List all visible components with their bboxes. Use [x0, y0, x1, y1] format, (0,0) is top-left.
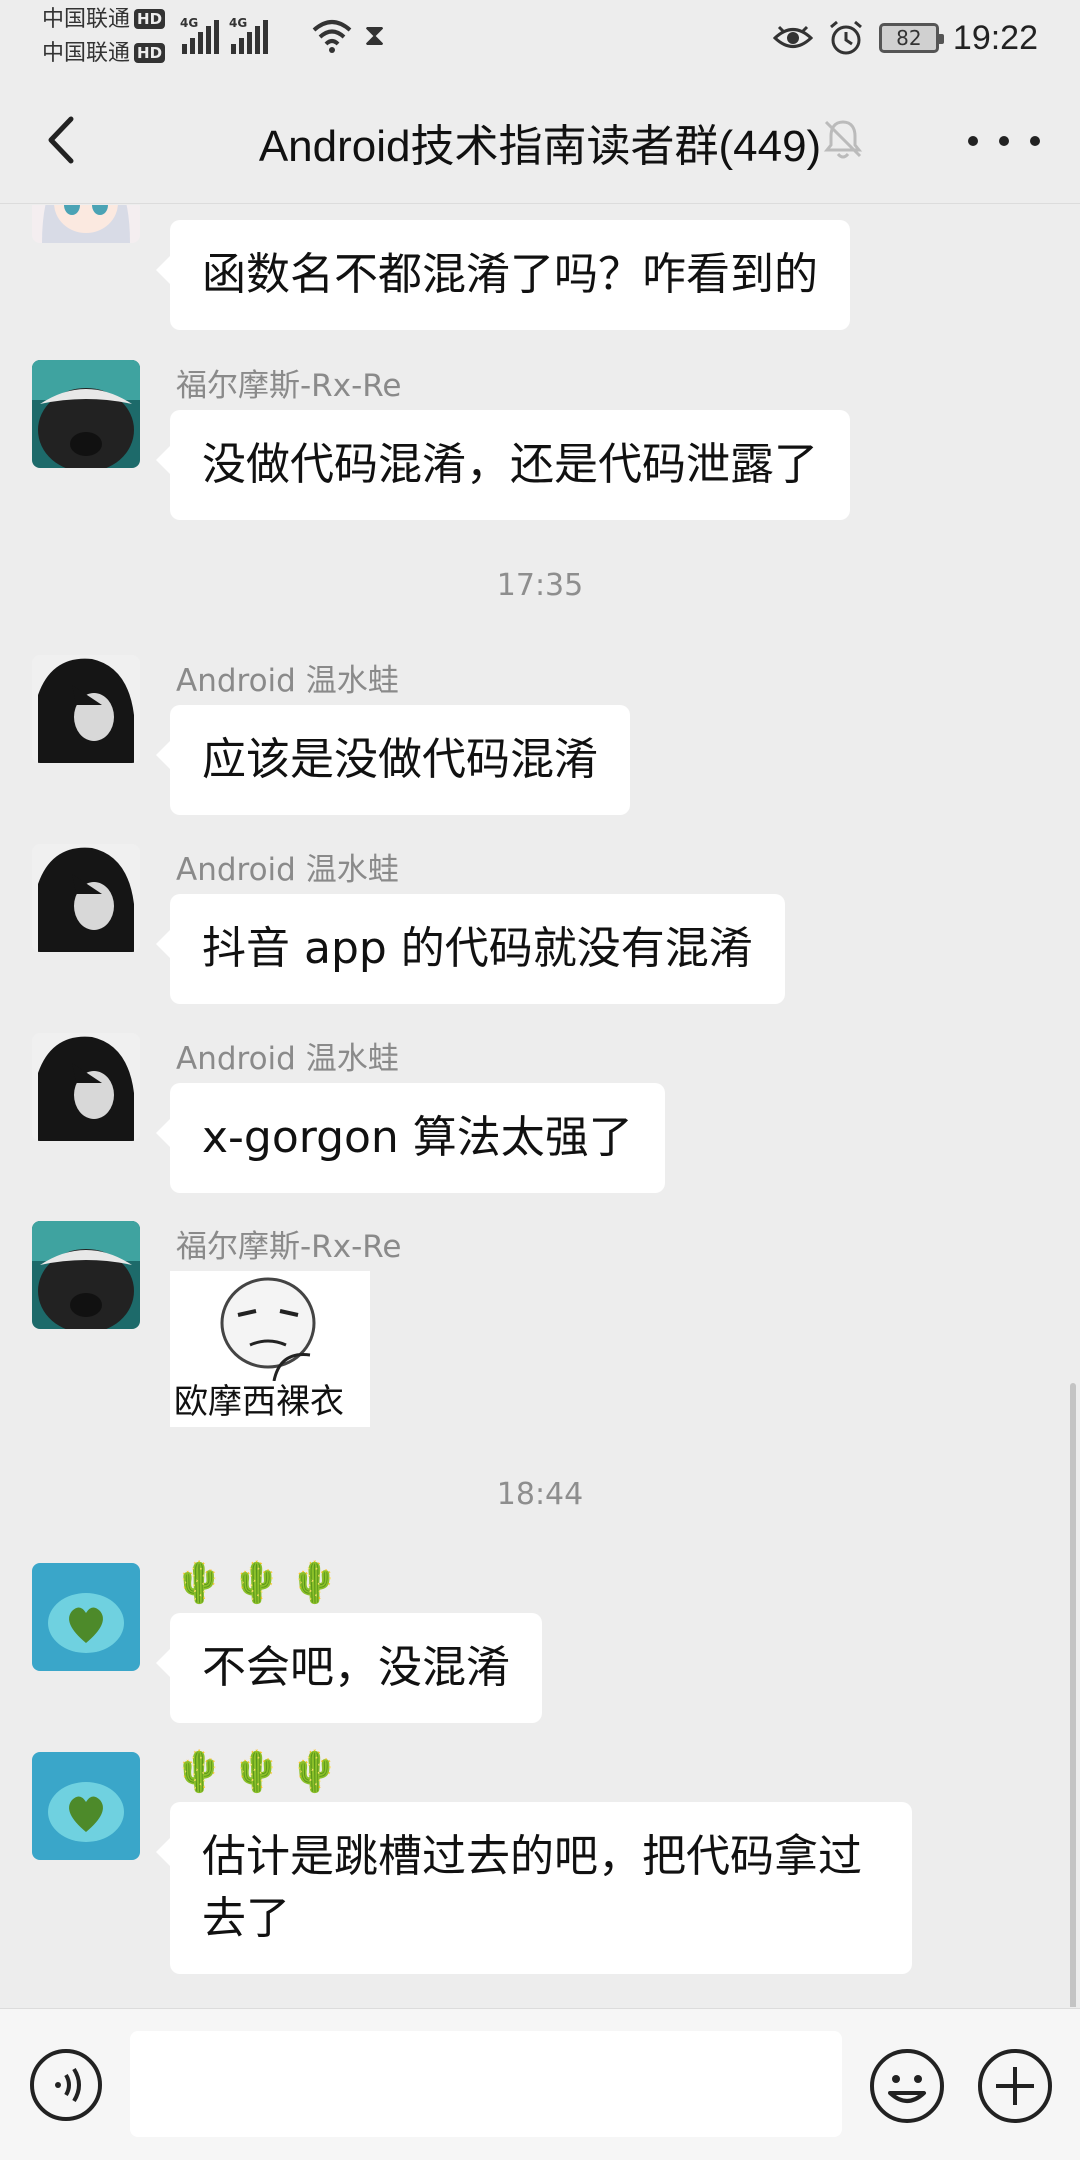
mute-bell-icon — [823, 120, 863, 159]
meme-face-icon — [220, 1277, 316, 1382]
sender-name: 福尔摩斯-Rx-Re — [176, 1229, 402, 1265]
more-options-button[interactable] — [968, 116, 1040, 166]
carrier-1-label: 中国联通 — [42, 7, 131, 32]
avatar-dark-anime[interactable] — [32, 844, 140, 952]
message-text: 抖音 app 的代码就没有混淆 — [202, 923, 753, 974]
input-bar — [0, 2008, 1080, 2160]
signal-1-icon: 4G — [180, 16, 219, 54]
message-text: 应该是没做代码混淆 — [202, 734, 598, 785]
network-type-2: 4G — [229, 16, 248, 30]
carrier-2: 中国联通 HD — [42, 40, 166, 68]
more-dot-icon — [1030, 136, 1040, 146]
carrier-1: 中国联通 HD — [42, 6, 166, 34]
message-text: x-gorgon 算法太强了 — [202, 1112, 633, 1163]
message-bubble[interactable]: 应该是没做代码混淆 — [156, 705, 630, 815]
sender-name: 🌵🌵🌵 — [174, 1749, 348, 1795]
message-bubble[interactable]: 估计是跳槽过去的吧，把代码拿过去了 — [156, 1802, 912, 1974]
sender-name: 🌵🌵🌵 — [174, 1560, 348, 1606]
message-bubble[interactable]: 函数名不都混淆了吗？咋看到的 — [156, 220, 850, 330]
timestamp: 18:44 — [496, 1477, 584, 1512]
timestamp: 17:35 — [496, 568, 584, 603]
alarm-icon — [829, 20, 862, 55]
signal-icons: 4G 4G — [180, 14, 268, 54]
emoji-icon[interactable] — [868, 2047, 946, 2125]
avatar-honey-badger[interactable] — [32, 1221, 140, 1329]
eye-icon — [772, 25, 813, 48]
message-input[interactable] — [130, 2031, 842, 2137]
hourglass-icon: ⧗ — [364, 18, 386, 53]
sticker-caption: 欧摩西裸衣 — [174, 1382, 344, 1422]
carrier-2-label: 中国联通 — [42, 41, 131, 66]
message-text: 估计是跳槽过去的吧，把代码拿过去了 — [202, 1831, 862, 1944]
sender-name: Android 温水蛙 — [176, 1041, 399, 1077]
plus-icon[interactable] — [976, 2047, 1054, 2125]
message-bubble[interactable]: 抖音 app 的代码就没有混淆 — [156, 894, 785, 1004]
message-list[interactable]: 函数名不都混淆了吗？咋看到的 福尔摩斯-Rx-Re 没做代码混淆，还是代码泄露了… — [0, 205, 1080, 2007]
status-bar: 中国联通 HD 中国联通 HD 4G 4G ⧗ 82 19:22 — [0, 0, 1080, 76]
avatar-dark-anime[interactable] — [32, 655, 140, 763]
clock: 19:22 — [952, 18, 1038, 57]
sender-name: Android 温水蛙 — [176, 663, 399, 699]
more-dot-icon — [968, 136, 978, 146]
voice-input-icon[interactable] — [28, 2047, 104, 2123]
chat-header: Android技术指南读者群(449) — [0, 76, 1080, 204]
more-dot-icon — [999, 136, 1009, 146]
sender-name: 福尔摩斯-Rx-Re — [176, 368, 402, 404]
avatar-anime-girl[interactable] — [32, 205, 140, 243]
wifi-icon — [312, 20, 352, 53]
avatar-dark-anime[interactable] — [32, 1033, 140, 1141]
signal-2-icon: 4G — [229, 16, 268, 54]
network-type-1: 4G — [180, 16, 199, 30]
message-text: 不会吧，没混淆 — [202, 1642, 510, 1693]
message-text: 函数名不都混淆了吗？咋看到的 — [202, 249, 818, 300]
message-text: 没做代码混淆，还是代码泄露了 — [202, 439, 818, 490]
sticker-image[interactable]: 欧摩西裸衣 — [170, 1271, 370, 1427]
sender-name: Android 温水蛙 — [176, 852, 399, 888]
battery-icon: 82 — [878, 23, 944, 53]
battery-level: 82 — [896, 26, 922, 50]
message-bubble[interactable]: x-gorgon 算法太强了 — [156, 1083, 665, 1193]
message-bubble[interactable]: 没做代码混淆，还是代码泄露了 — [156, 410, 850, 520]
avatar-honey-badger[interactable] — [32, 360, 140, 468]
avatar-island[interactable] — [32, 1563, 140, 1671]
page-title: Android技术指南读者群(449) — [258, 122, 822, 171]
scrollbar[interactable] — [1070, 1383, 1076, 2007]
message-bubble[interactable]: 不会吧，没混淆 — [156, 1613, 542, 1723]
hd-badge: HD — [134, 43, 166, 63]
hd-badge: HD — [134, 9, 166, 29]
avatar-island[interactable] — [32, 1752, 140, 1860]
